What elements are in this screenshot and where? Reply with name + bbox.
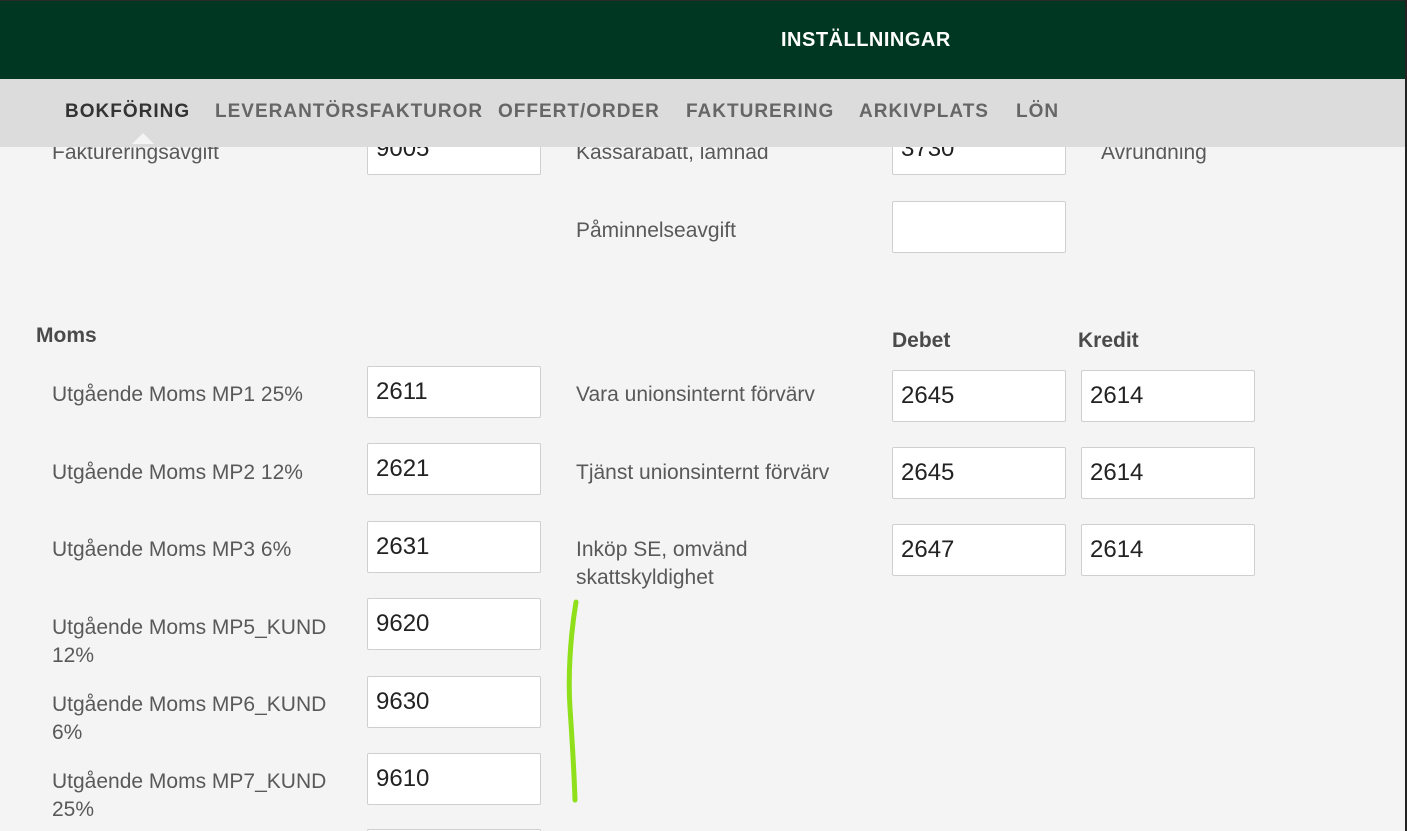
moms-mp2-input[interactable] — [367, 443, 541, 495]
moms-mp7-label: Utgående Moms MP7_KUND 25% — [52, 768, 326, 824]
moms-mp6-input[interactable] — [367, 676, 541, 728]
moms-mp3-input[interactable] — [367, 521, 541, 573]
moms-mp6-label-line1: Utgående Moms MP6_KUND — [52, 693, 327, 716]
kredit-heading: Kredit — [1078, 329, 1139, 352]
inkop-se-kredit-input[interactable] — [1081, 524, 1255, 576]
moms-mp1-label: Utgående Moms MP1 25% — [52, 383, 303, 406]
moms-mp6-label-line2: 6% — [52, 721, 83, 744]
active-tab-indicator — [132, 133, 154, 144]
inkop-se-label-line1: Inköp SE, omvänd — [576, 538, 748, 561]
inkop-se-label-line2: skattskyldighet — [576, 566, 714, 589]
tab-fakturering[interactable]: FAKTURERING — [686, 101, 834, 123]
moms-mp7-input[interactable] — [367, 753, 541, 805]
moms-mp2-label: Utgående Moms MP2 12% — [52, 461, 303, 484]
tab-arkivplats[interactable]: ARKIVPLATS — [859, 101, 989, 123]
moms-heading: Moms — [36, 324, 97, 347]
moms-mp5-label: Utgående Moms MP5_KUND 12% — [52, 614, 326, 670]
tab-leverantorsfakturor[interactable]: LEVERANTÖRSFAKTUROR — [215, 101, 483, 123]
tab-lon[interactable]: LÖN — [1016, 101, 1059, 123]
tab-bokforing[interactable]: BOKFÖRING — [65, 101, 190, 123]
moms-mp1-input[interactable] — [367, 366, 541, 418]
moms-mp3-label: Utgående Moms MP3 6% — [52, 538, 292, 561]
inkop-se-debet-input[interactable] — [892, 524, 1066, 576]
inkop-se-omvand-label: Inköp SE, omvänd skattskyldighet — [576, 536, 748, 592]
vara-unionsinternt-kredit-input[interactable] — [1081, 370, 1255, 422]
app-header: INSTÄLLNINGAR — [0, 0, 1407, 79]
moms-mp5-label-line2: 12% — [52, 644, 95, 667]
paminnelseavgift-label: Påminnelseavgift — [576, 219, 736, 242]
tjanst-unionsinternt-debet-input[interactable] — [892, 447, 1066, 499]
moms-mp7-label-line1: Utgående Moms MP7_KUND — [52, 770, 327, 793]
debet-heading: Debet — [892, 329, 951, 352]
highlight-bracket-annotation — [566, 599, 579, 803]
moms-mp5-label-line1: Utgående Moms MP5_KUND — [52, 616, 327, 639]
moms-mp5-input[interactable] — [367, 598, 541, 650]
paminnelseavgift-input[interactable] — [892, 201, 1066, 253]
moms-mp7-label-line2: 25% — [52, 798, 95, 821]
tjanst-unionsinternt-label: Tjänst unionsinternt förvärv — [576, 461, 830, 484]
vara-unionsinternt-debet-input[interactable] — [892, 370, 1066, 422]
tab-offert-order[interactable]: OFFERT/ORDER — [498, 101, 660, 123]
moms-mp6-label: Utgående Moms MP6_KUND 6% — [52, 691, 326, 747]
vara-unionsinternt-label: Vara unionsinternt förvärv — [576, 383, 815, 406]
tjanst-unionsinternt-kredit-input[interactable] — [1081, 447, 1255, 499]
page-title: INSTÄLLNINGAR — [781, 29, 951, 51]
tab-bar: BOKFÖRING LEVERANTÖRSFAKTUROR OFFERT/ORD… — [0, 79, 1407, 147]
